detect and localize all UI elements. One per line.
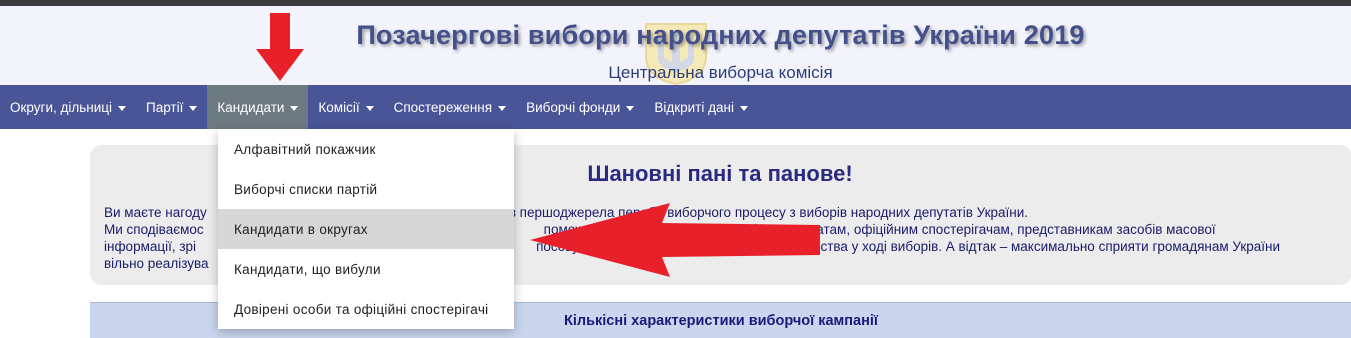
nav-item-candidates[interactable]: Кандидати — [207, 85, 309, 129]
nav-item-election-funds[interactable]: Виборчі фонди — [516, 85, 644, 129]
menu-item-party-lists[interactable]: Виборчі списки партій — [218, 169, 514, 209]
text-fragment: поможе — [543, 222, 592, 237]
nav-item-commissions[interactable]: Комісії — [308, 85, 383, 129]
nav-item-districts[interactable]: Округи, дільниці — [0, 85, 136, 129]
nav-item-parties[interactable]: Партії — [136, 85, 207, 129]
main-content: Шановні пані та панове! Ви маєте нагоду з… — [0, 129, 1351, 338]
text-fragment: Ми сподіваємос — [104, 222, 204, 237]
menu-item-candidates-in-districts[interactable]: Кандидати в округах — [218, 209, 514, 249]
caret-down-icon — [626, 105, 635, 111]
text-fragment: інформації, зрі — [104, 239, 197, 254]
caret-down-icon — [118, 105, 126, 111]
nav-item-label: Спостереження — [393, 99, 493, 115]
nav-item-open-data[interactable]: Відкриті дані — [644, 85, 758, 129]
text-fragment: рів, кандидатам, офіційним спостерігачам… — [746, 222, 1216, 237]
text-fragment: з першоджерела перебіг виборчого процесу… — [509, 205, 1029, 220]
caret-down-icon — [365, 105, 374, 111]
main-nav: Округи, дільниці Партії Кандидати Комісі… — [0, 85, 1351, 129]
caret-down-icon — [189, 105, 198, 111]
nav-item-observation[interactable]: Спостереження — [384, 85, 516, 129]
menu-item-withdrawn-candidates[interactable]: Кандидати, що вибули — [218, 249, 514, 289]
menu-item-proxies-and-observers[interactable]: Довірені особи та офіційні спостерігачі — [218, 289, 514, 329]
site-subtitle: Центральна виборча комісія — [608, 63, 833, 82]
menu-item-alphabetical-index[interactable]: Алфавітний покажчик — [218, 129, 514, 169]
nav-item-label: Виборчі фонди — [526, 99, 621, 115]
nav-item-label: Відкриті дані — [654, 99, 734, 115]
text-fragment: вства у ході виборів. А відтак – максима… — [813, 239, 1281, 254]
greeting-title: Шановні пані та панове! — [587, 161, 853, 186]
nav-item-label: Округи, дільниці — [10, 99, 112, 115]
candidates-dropdown-menu: Алфавітний покажчик Виборчі списки парті… — [218, 129, 514, 329]
caret-down-icon — [290, 105, 299, 111]
caret-down-icon — [498, 105, 507, 111]
nav-item-label: Комісії — [318, 99, 360, 115]
page: Позачергові вибори народних депутатів Ук… — [0, 0, 1351, 338]
site-title: Позачергові вибори народних депутатів Ук… — [356, 20, 1085, 50]
text-fragment: Ви маєте нагоду — [104, 205, 207, 220]
text-fragment: вільно реалізува — [104, 256, 209, 271]
site-header: Позачергові вибори народних депутатів Ук… — [0, 6, 1351, 86]
text-fragment: посовува — [536, 239, 594, 254]
caret-down-icon — [739, 105, 748, 111]
nav-item-label: Кандидати — [217, 99, 285, 115]
nav-item-label: Партії — [146, 99, 184, 115]
